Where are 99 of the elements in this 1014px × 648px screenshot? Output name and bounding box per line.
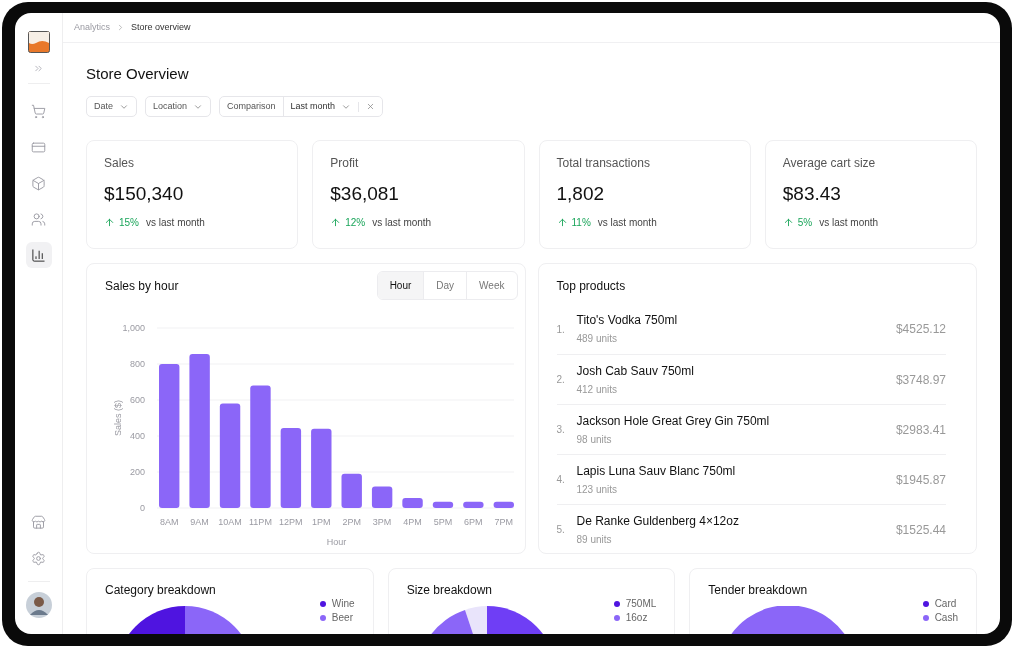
product-amount: $3748.97	[895, 371, 946, 389]
stat-value: $150,340	[104, 182, 185, 206]
unit-count: 412 units	[576, 382, 619, 396]
up-arrow-icon	[556, 217, 568, 228]
axis-tick-label: 7PM	[494, 517, 514, 527]
bar	[402, 498, 423, 508]
axis-tick-label: 6PM	[464, 517, 483, 527]
bar	[463, 501, 484, 508]
rank-number: 3.	[556, 423, 566, 437]
change-percent: 15%	[119, 216, 139, 230]
bar	[371, 486, 393, 508]
bar-chart-icon	[31, 247, 46, 263]
product-name: Jackson Hole Great Grey Gin 750ml	[576, 413, 771, 429]
product-name: Lapis Luna Sauv Blanc 750ml	[576, 463, 737, 479]
unit-count: 489 units	[576, 332, 619, 345]
unit-count: 123 units	[576, 482, 619, 496]
filter-label: Comparison	[220, 97, 284, 116]
legend-label: 750ML	[625, 598, 657, 610]
range-tab[interactable]: Day	[423, 272, 467, 299]
product-name: Josh Cab Sauv 750ml	[576, 363, 695, 379]
stat-label: Total transactions	[556, 155, 651, 171]
rank-number: 2.	[556, 373, 566, 387]
product-name: De Ranke Guldenberg 4×12oz	[576, 513, 740, 529]
axis-tick-label: 600	[129, 395, 145, 405]
chevron-icon	[116, 23, 125, 32]
sidebar-item[interactable]	[25, 242, 52, 268]
logo	[27, 31, 50, 53]
store-icon	[31, 514, 46, 530]
y-axis-title: Sales ($)	[113, 400, 123, 436]
axis-tick-label: 12PM	[279, 517, 303, 527]
page-title: Store Overview	[86, 64, 190, 84]
filter-dropdown[interactable]: Date	[86, 96, 137, 117]
product-name: Tito's Vodka 750ml	[576, 313, 679, 328]
axis-tick-label: 2PM	[342, 517, 361, 527]
stat-label: Profit	[330, 155, 360, 171]
axis-tick-label: 9AM	[190, 517, 209, 527]
up-arrow-icon	[330, 217, 342, 228]
up-arrow-icon	[782, 217, 794, 228]
card-title: Sales by hour	[105, 277, 179, 295]
axis-tick-label: 0	[140, 503, 145, 513]
cart-icon	[31, 103, 46, 119]
bar	[341, 473, 362, 508]
axis-tick-label: 4PM	[403, 517, 422, 527]
comparison-dropdown[interactable]: Last month	[283, 99, 359, 114]
axis-tick-label: 3PM	[372, 517, 392, 527]
legend-label: Card	[934, 598, 957, 610]
axis-tick-label: 10AM	[218, 517, 242, 527]
range-tab[interactable]: Hour	[377, 272, 424, 299]
users-icon	[31, 211, 46, 227]
close-icon[interactable]	[366, 102, 376, 111]
comparison-note: vs last month	[372, 216, 432, 230]
comparison-note: vs last month	[819, 216, 879, 230]
axis-tick-label: 800	[129, 359, 145, 369]
box-icon	[31, 175, 46, 191]
card-title: Top products	[556, 278, 627, 294]
axis-tick-label: 200	[129, 467, 145, 477]
unit-count: 89 units	[576, 532, 613, 546]
comparison-note: vs last month	[597, 216, 657, 230]
axis-tick-label: 1,000	[122, 323, 145, 333]
filter-dropdown[interactable]: Location	[145, 96, 212, 117]
product-amount: $1525.44	[895, 521, 946, 539]
bar	[493, 501, 514, 508]
bar	[432, 501, 454, 508]
card-title: Category breakdown	[105, 582, 217, 598]
settings-icon	[31, 550, 46, 566]
change-percent: 12%	[345, 216, 366, 230]
rank-number: 1.	[556, 322, 566, 337]
legend-label: Wine	[331, 598, 355, 610]
change-percent: 11%	[571, 216, 591, 230]
comparison-note: vs last month	[146, 216, 205, 230]
legend-label: Cash	[934, 612, 958, 624]
axis-tick-label: 11PM	[249, 517, 272, 527]
axis-tick-label: 5PM	[433, 517, 453, 527]
card-icon	[31, 139, 46, 155]
product-amount: $2983.41	[895, 421, 946, 439]
card-title: Size breakdown	[406, 582, 494, 598]
product-amount: $1945.87	[895, 471, 946, 489]
x-axis-title: Hour	[326, 537, 347, 547]
expand-icon[interactable]	[33, 63, 44, 74]
stat-value: 1,802	[556, 182, 606, 206]
axis-tick-label: 400	[129, 431, 145, 441]
breadcrumb-item: Store overview	[131, 20, 191, 34]
up-arrow-icon	[104, 217, 115, 228]
stat-label: Sales	[104, 155, 136, 171]
legend-label: 16oz	[625, 612, 648, 624]
stat-label: Average cart size	[782, 155, 877, 171]
range-tab[interactable]: Week	[466, 272, 517, 299]
stat-value: $36,081	[330, 182, 400, 206]
legend-label: Beer	[331, 612, 353, 624]
rank-number: 5.	[556, 523, 566, 537]
product-amount: $4525.12	[895, 321, 946, 338]
stat-value: $83.43	[782, 182, 842, 206]
axis-tick-label: 8AM	[159, 517, 179, 527]
unit-count: 98 units	[576, 432, 613, 446]
avatar[interactable]	[25, 592, 52, 618]
axis-tick-label: 1PM	[312, 517, 331, 527]
rank-number: 4.	[556, 473, 566, 487]
card-title: Tender breakdown	[708, 582, 809, 598]
change-percent: 5%	[797, 216, 813, 230]
